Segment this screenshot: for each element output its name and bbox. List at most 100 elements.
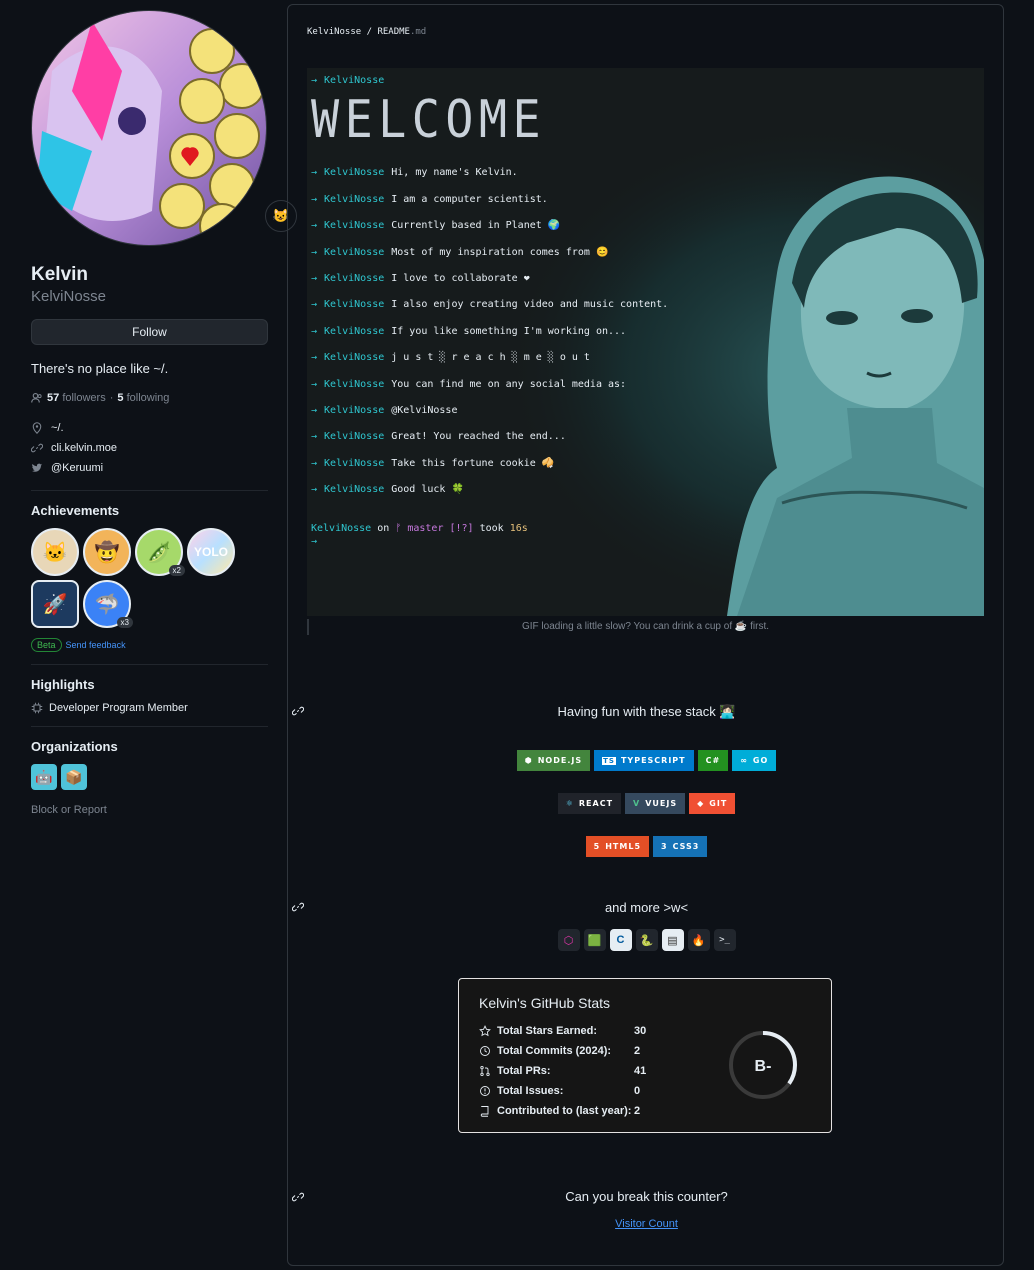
following-link[interactable]: 5 following [117, 392, 169, 404]
prompt-arrow-icon: → [311, 404, 318, 416]
gif-caption: GIF loading a little slow? You can drink… [521, 621, 770, 632]
terminal-user: KelviNosse [324, 220, 385, 232]
organization-avatar[interactable]: 🤖 [31, 764, 57, 790]
website-row: cli.kelvin.moe [31, 438, 268, 458]
badge-label: GO [752, 756, 769, 765]
prompt-user: KelviNosse [311, 523, 372, 534]
breadcrumb-user[interactable]: KelviNosse [307, 27, 361, 37]
follow-button[interactable]: Follow [31, 319, 268, 345]
css3-badge[interactable]: 3 CSS3 [653, 836, 708, 857]
repo-icon [480, 1106, 489, 1117]
terminal-user: KelviNosse [324, 404, 385, 416]
react-icon: ⚛ [565, 799, 574, 808]
badge-label: CSS3 [672, 842, 700, 851]
terminal-user: KelviNosse [324, 167, 385, 179]
terminal-text: Great! You reached the end... [391, 431, 566, 443]
typescript-badge[interactable]: TS TYPESCRIPT [594, 750, 694, 771]
website-link[interactable]: cli.kelvin.moe [51, 442, 117, 454]
organization-avatar[interactable]: 📦 [61, 764, 87, 790]
git-icon: ◆ [697, 799, 705, 808]
terminal-text: j u s t ░ r e a c h ░ m e ░ o u t [391, 352, 590, 364]
go-badge[interactable]: ∞ GO [732, 750, 777, 771]
badge-label: HTML5 [605, 842, 642, 851]
prompt-arrow-icon: → [311, 246, 318, 258]
breadcrumb: KelviNosse / README.md [307, 27, 426, 37]
prompt-arrow-icon: → [311, 325, 318, 337]
rank-circle: B- [729, 1031, 797, 1099]
avatar[interactable] [31, 10, 267, 246]
stats-row: Contributed to (last year): 2 [479, 1101, 664, 1121]
achievement-icon: 🫛 [146, 541, 172, 564]
achievement-badge-1[interactable]: 🐱 [31, 528, 79, 576]
visitor-count-alt[interactable]: Visitor Count [615, 1218, 678, 1230]
avatar-image [32, 11, 266, 245]
location-row: ~/. [31, 418, 268, 438]
highlight-item: Developer Program Member [31, 702, 268, 714]
achievement-badge-4[interactable]: YOLO [187, 528, 235, 576]
divider [31, 664, 268, 665]
terminal-user: KelviNosse [324, 352, 385, 364]
python-icon: 🐍 [635, 929, 658, 951]
profile-details: ~/. cli.kelvin.moe @Keruumi [31, 418, 268, 478]
achievement-badge-5[interactable]: 🚀 [31, 580, 79, 628]
vuejs-badge[interactable]: V VUEJS [625, 793, 686, 814]
send-feedback-link[interactable]: Send feedback [66, 640, 126, 650]
breadcrumb-file[interactable]: README [377, 27, 410, 37]
badge-label: C# [705, 756, 721, 765]
terminal-line: → KelviNosse Good luck 🍀 [311, 484, 668, 510]
achievement-badge-2[interactable]: 🤠 [83, 528, 131, 576]
nodejs-icon: ⬢ [524, 756, 533, 765]
terminal-line: → KelviNosse [311, 75, 668, 101]
csharp-badge[interactable]: C# [697, 750, 729, 771]
visitor-count-image[interactable]: Visitor Count [288, 1218, 1005, 1230]
prompt-branch-text: master [!?] [401, 523, 474, 534]
badge-label: TYPESCRIPT [620, 756, 686, 765]
terminal-user: KelviNosse [324, 457, 385, 469]
achievements-title[interactable]: Achievements [31, 503, 268, 518]
terminal-line: → KelviNosse Take this fortune cookie 🥠 [311, 458, 668, 484]
stack-heading: Having fun with these stack 👩🏻‍💻 [557, 704, 736, 719]
stack-badges-row-1: ⬢ NODE.JS TS TYPESCRIPT C# ∞ GO [288, 750, 1005, 771]
stats-label: Total Stars Earned: [497, 1025, 598, 1037]
achievement-badge-6[interactable]: 🦈 x3 [83, 580, 133, 628]
terminal-line: → KelviNosse If you like something I'm wor… [311, 326, 668, 352]
box-icon: 📦 [65, 768, 83, 785]
breadcrumb-separator: / [361, 27, 378, 37]
following-label: following [126, 392, 170, 404]
stats-row: Total Issues: 0 [479, 1081, 664, 1101]
achievements-list: 🐱 🤠 🫛 x2 YOLO 🚀 🦈 x3 [31, 528, 241, 628]
html5-badge[interactable]: 5 HTML5 [585, 836, 650, 857]
prompt-arrow-icon: → [311, 431, 318, 443]
achievement-badge-3[interactable]: 🫛 x2 [135, 528, 185, 576]
profile-sidebar: 😺 Kelvin KelviNosse Follow There's no pl… [31, 10, 297, 816]
nodejs-badge[interactable]: ⬢ NODE.JS [516, 750, 591, 771]
cpu-icon [31, 702, 43, 714]
terminal-text: I love to collaborate ❤ [391, 272, 530, 284]
terminal-text: Hi, my name's Kelvin. [391, 167, 518, 179]
nodejs-icon: 🟩 [583, 929, 606, 951]
terminal-text: I am a computer scientist. [391, 193, 548, 205]
followers-link[interactable]: 57 followers [47, 392, 106, 404]
block-or-report-link[interactable]: Block or Report [31, 804, 268, 816]
badge-label: NODE.JS [537, 756, 583, 765]
breadcrumb-ext: .md [409, 27, 427, 37]
stats-value: 2 [634, 1105, 641, 1117]
html5-icon: 5 [593, 842, 601, 851]
achievement-multiplier: x2 [168, 565, 185, 576]
badge-label: VUEJS [645, 799, 678, 808]
twitter-link[interactable]: @Keruumi [51, 462, 103, 474]
terminal-text: Good luck 🍀 [391, 484, 464, 496]
counter-heading: Can you break this counter? [565, 1189, 728, 1204]
achievement-icon: 🚀 [42, 593, 68, 616]
rank-grade: B- [755, 1058, 772, 1075]
react-badge[interactable]: ⚛ REACT [557, 793, 622, 814]
github-stats-card[interactable]: Kelvin's GitHub Stats Total Stars Earned… [458, 978, 832, 1133]
terminal-line: → KelviNosse You can find me on any social… [311, 379, 668, 405]
terminal-line: → KelviNosse I love to collaborate ❤ [311, 273, 668, 299]
prompt-arrow-icon: → [311, 193, 318, 205]
achievement-multiplier: x3 [116, 617, 133, 628]
prompt-arrow-icon: → [311, 75, 318, 86]
git-badge[interactable]: ◆ GIT [689, 793, 736, 814]
prompt-arrow-icon: → [311, 378, 318, 390]
beta-feedback: Beta Send feedback [31, 638, 268, 652]
